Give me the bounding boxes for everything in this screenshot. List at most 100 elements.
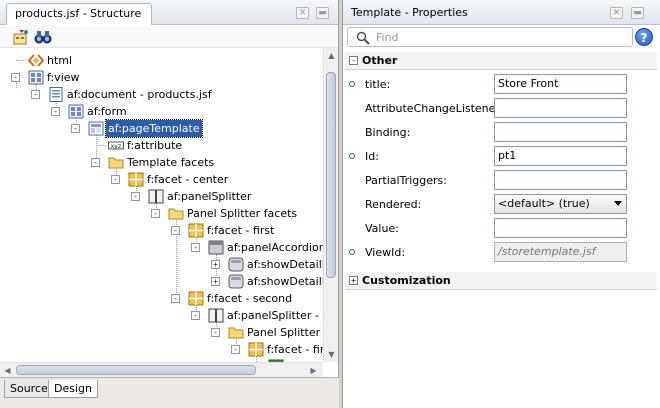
rendered-select-value: <default> (true) [498, 197, 590, 210]
tree-connector [16, 60, 26, 61]
property-row-binding: Binding: [345, 120, 657, 144]
tree-node[interactable]: - af:panelAccordion - [0, 239, 323, 256]
tree-node[interactable]: - f:view [0, 69, 320, 86]
rendered-select[interactable]: <default> (true) [494, 194, 627, 214]
facet-icon [248, 342, 264, 357]
expand-icon[interactable]: + [211, 277, 220, 286]
tree-node[interactable]: - f:facet - second [0, 290, 320, 307]
component-grid-icon [28, 70, 44, 85]
tree-node[interactable]: - f:facet - center [0, 171, 320, 188]
property-label: ViewId: [365, 246, 406, 259]
tree-node-label: af:pageTemplate [105, 119, 203, 138]
required-icon [349, 153, 355, 159]
collapse-icon[interactable]: - [211, 328, 220, 337]
facet-icon [128, 172, 144, 187]
tree-node[interactable]: - f:facet - first [0, 222, 320, 239]
tree-node[interactable]: html [0, 52, 320, 69]
close-icon[interactable]: ✕ [296, 7, 309, 19]
scroll-right-icon[interactable]: ▶ [306, 363, 321, 378]
folder-icon [108, 157, 124, 169]
splitter-icon [208, 308, 224, 323]
component-grid-icon [68, 104, 84, 119]
facet-icon [188, 291, 204, 306]
collapse-icon[interactable]: - [111, 175, 120, 184]
close-icon[interactable]: ✕ [610, 7, 623, 19]
viewid-field: /storetemplate.jsf [494, 242, 627, 262]
tree-node-label: Panel Splitter facets [187, 207, 298, 220]
property-row-title: title: Store Front [345, 72, 657, 96]
attribute-icon: xyz [108, 141, 124, 150]
structure-toolbar [0, 26, 338, 48]
structure-tree: html - f:view - af:document - products.j… [0, 48, 323, 362]
tree-connector [96, 145, 106, 146]
minimize-icon[interactable]: ▬ [631, 7, 644, 19]
collapse-icon[interactable]: - [31, 90, 40, 99]
scroll-down-icon[interactable]: ▼ [324, 347, 339, 362]
scroll-thumb[interactable] [326, 72, 336, 278]
tree-node-label: af:document - products.jsf [67, 88, 212, 101]
collapse-icon[interactable]: - [191, 243, 200, 252]
scroll-thumb[interactable] [16, 365, 256, 375]
editor-mode-tabs: Source Design [0, 377, 339, 408]
properties-panel: Template - Properties ✕ ▬ Find ? - Other… [342, 0, 660, 408]
scroll-left-icon[interactable]: ◀ [0, 363, 15, 378]
tree-node[interactable]: - af:panelSplitter - ve [0, 307, 323, 324]
title-field[interactable]: Store Front [494, 74, 627, 94]
tree-node-label: Panel Splitter fa [247, 326, 323, 339]
property-label: PartialTriggers: [365, 174, 447, 187]
tree-node[interactable]: + af:showDetailIt [0, 256, 323, 273]
tree-node[interactable]: - Template facets [0, 154, 320, 171]
collapse-icon[interactable]: - [171, 294, 180, 303]
tree-node[interactable]: xyz f:attribute [0, 137, 320, 154]
search-input[interactable]: Find [347, 27, 633, 47]
property-label: Rendered: [365, 198, 422, 211]
binoculars-icon[interactable] [34, 29, 52, 45]
expand-icon[interactable]: + [349, 276, 358, 285]
collapse-icon[interactable]: - [151, 209, 160, 218]
property-label: Value: [365, 222, 399, 235]
tab-design[interactable]: Design [48, 380, 98, 398]
collapse-icon[interactable]: - [131, 192, 140, 201]
tab-source[interactable]: Source [4, 380, 54, 398]
structure-panel-header: products.jsf - Structure ✕ ▬ [0, 0, 338, 25]
tree-node-label: f:attribute [127, 139, 183, 152]
id-field[interactable]: pt1 [494, 146, 627, 166]
scroll-up-icon[interactable]: ▲ [324, 48, 339, 63]
tree-node-selected[interactable]: - af:pageTemplate [0, 119, 320, 138]
tree-node[interactable]: - Panel Splitter facets [0, 205, 320, 222]
structure-panel: products.jsf - Structure ✕ ▬ html - f:vi… [0, 0, 339, 408]
freeze-view-icon[interactable] [12, 29, 30, 45]
section-other[interactable]: - Other [345, 52, 657, 70]
svg-text:xyz: xyz [111, 143, 122, 150]
collapse-icon[interactable]: - [191, 311, 200, 320]
tree-vertical-scrollbar[interactable]: ▲ ▼ [323, 48, 338, 362]
tree-node[interactable]: - af:document - products.jsf [0, 86, 320, 103]
property-row-partialtriggers: PartialTriggers: [345, 168, 657, 192]
collapse-icon[interactable]: - [91, 158, 100, 167]
document-icon [49, 87, 63, 102]
tree-node[interactable]: - f:facet - firs [0, 341, 323, 358]
facet-icon [188, 223, 204, 238]
binding-field[interactable] [494, 122, 627, 142]
structure-tab[interactable]: products.jsf - Structure [6, 3, 153, 25]
splitter-icon [148, 189, 164, 204]
attributechangelistener-field[interactable] [494, 98, 627, 118]
partialtriggers-field[interactable] [494, 170, 627, 190]
collapse-icon[interactable]: - [71, 124, 80, 133]
minimize-icon[interactable]: ▬ [316, 7, 329, 19]
collapse-icon[interactable]: - [231, 345, 240, 354]
collapse-icon[interactable]: - [171, 226, 180, 235]
tree-node[interactable]: + af:showDetailIt [0, 273, 323, 290]
tree-node[interactable]: - af:panelSplitter [0, 188, 320, 205]
page-template-icon [88, 121, 104, 136]
tree-horizontal-scrollbar[interactable]: ◀ ▶ [0, 362, 323, 377]
section-customization[interactable]: + Customization [345, 272, 657, 290]
collapse-icon[interactable]: - [11, 73, 20, 82]
expand-icon[interactable]: + [211, 260, 220, 269]
tree-node[interactable]: - af:form [0, 103, 320, 120]
collapse-icon[interactable]: - [51, 107, 60, 116]
help-icon[interactable]: ? [635, 28, 653, 46]
value-field[interactable] [494, 218, 627, 238]
collapse-icon[interactable]: - [349, 56, 358, 65]
tree-node[interactable]: - Panel Splitter fa [0, 324, 323, 341]
